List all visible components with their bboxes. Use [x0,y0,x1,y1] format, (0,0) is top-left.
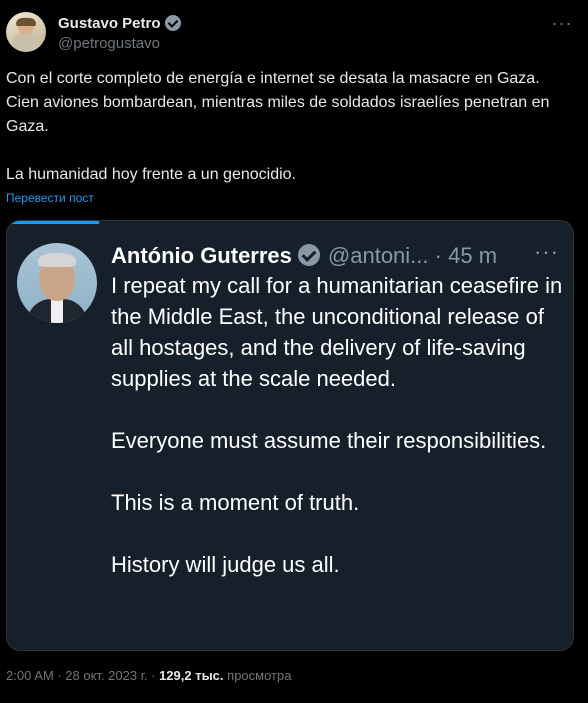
quoted-timestamp[interactable]: 45 m [448,243,497,268]
quoted-tweet-text: I repeat my call for a humanitarian ceas… [111,270,563,611]
author-name-row[interactable]: Gustavo Petro [58,15,181,32]
quoted-more-options-icon[interactable]: ··· [534,241,559,263]
avatar-hat-shape [16,18,36,26]
quoted-author-name[interactable]: António Guterres [111,243,292,268]
quoted-paragraph: History will judge us all. [111,552,340,577]
quoted-paragraph: This is a moment of truth. [111,490,360,515]
views-label: просмотра [227,668,292,683]
quoted-separator: · [434,243,442,268]
meta-separator: · [57,668,62,683]
tweet-meta: 2:00 AM · 28 окт. 2023 г. · 129,2 тыс. п… [6,668,291,683]
views-count: 129,2 тыс. [159,668,224,683]
quoted-author-handle[interactable]: @antoni... [328,243,429,268]
tweet-header: Gustavo Petro @petrogustavo ··· [6,12,582,56]
quoted-tweet-card[interactable]: António Guterres @antoni... · 45 m ··· I … [6,220,574,651]
tweet-text: Con el corte completo de energía e inter… [6,70,550,183]
author-handle[interactable]: @petrogustavo [58,35,160,52]
quoted-paragraph: I repeat my call for a humanitarian ceas… [111,273,563,391]
avatar-hair-shape [38,253,76,267]
verified-badge-icon [164,15,181,31]
meta-separator: · [151,668,156,683]
translate-post-link[interactable]: Перевести пост [6,191,94,205]
quote-accent-line [7,221,99,224]
quoted-paragraph: Everyone must assume their responsibilit… [111,428,547,453]
tweet-date[interactable]: 28 окт. 2023 г. [65,668,147,683]
quoted-author-row: António Guterres @antoni... · 45 m [111,239,561,273]
quoted-verified-badge-icon [297,244,320,266]
more-options-icon[interactable]: ··· [550,14,574,36]
tweet-time[interactable]: 2:00 AM [6,668,54,683]
author-avatar[interactable] [6,12,46,52]
quoted-author-avatar[interactable] [17,243,97,323]
author-name[interactable]: Gustavo Petro [58,15,161,32]
avatar-shirt-shape [51,299,63,323]
